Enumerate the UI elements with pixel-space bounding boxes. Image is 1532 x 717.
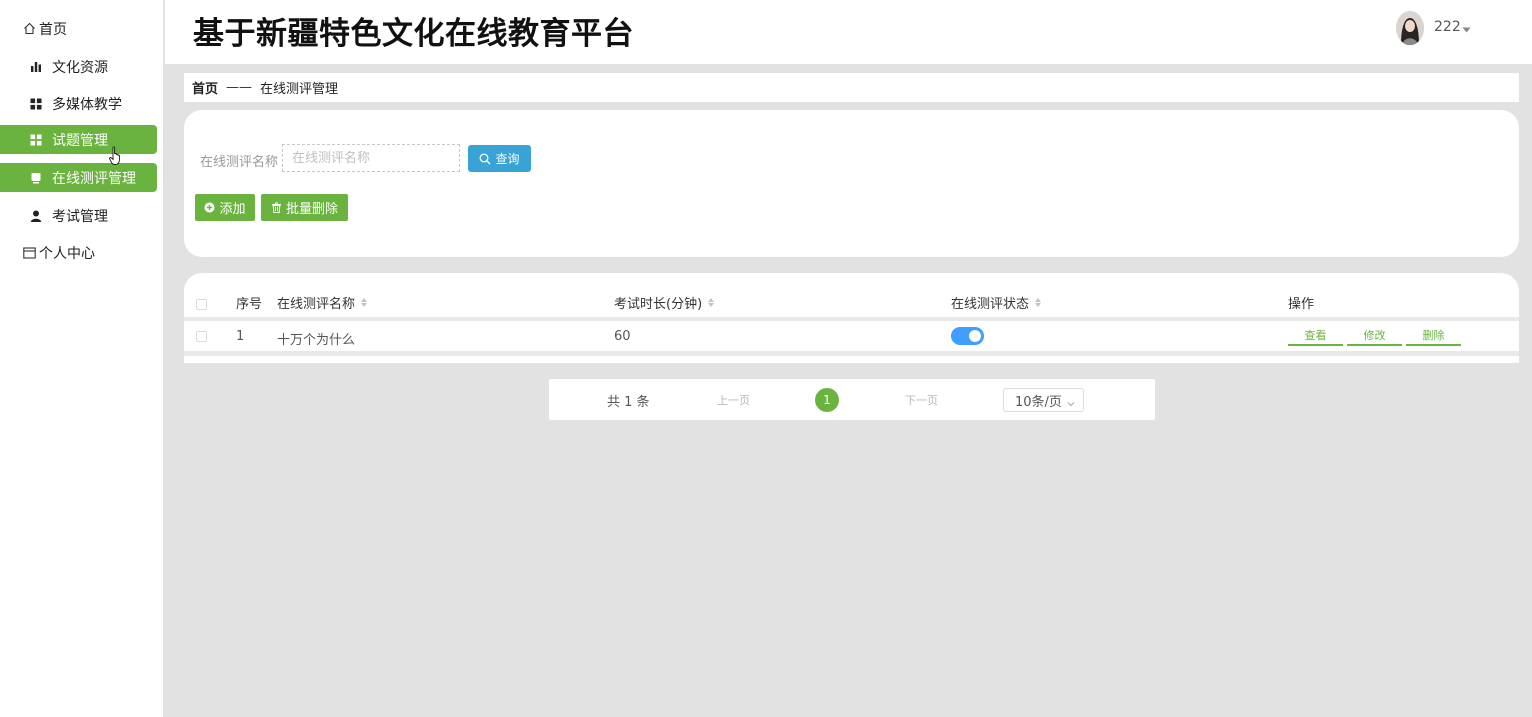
- pagination: 共 1 条 上一页 1 下一页 10条/页: [549, 379, 1155, 420]
- sidebar-item-label: 考试管理: [52, 208, 108, 225]
- sidebar-item-exam-management[interactable]: 考试管理: [0, 201, 157, 230]
- home-icon: [22, 22, 36, 36]
- breadcrumb: 首页 —— 在线测评管理: [184, 73, 1519, 102]
- sidebar-item-label: 在线测评管理: [52, 170, 136, 187]
- search-input[interactable]: [282, 144, 460, 172]
- breadcrumb-current: 在线测评管理: [260, 82, 339, 97]
- breadcrumb-separator: ——: [226, 80, 253, 95]
- username[interactable]: 222: [1434, 19, 1461, 35]
- bar-chart-icon: [30, 61, 42, 73]
- trash-icon: [271, 202, 282, 213]
- toggle-knob: [969, 330, 981, 342]
- sidebar-item-label: 文化资源: [52, 59, 108, 76]
- column-header-duration[interactable]: 考试时长(分钟): [614, 293, 715, 312]
- plus-circle-icon: [204, 202, 215, 213]
- breadcrumb-home[interactable]: 首页: [192, 78, 218, 97]
- search-panel: 在线测评名称 查询 添加 批量删除: [184, 110, 1519, 257]
- search-icon: [479, 153, 491, 165]
- sidebar-item-label: 个人中心: [39, 245, 95, 262]
- prev-page-button[interactable]: 上一页: [717, 392, 750, 408]
- status-toggle[interactable]: [951, 327, 984, 345]
- table-divider: [184, 351, 1519, 356]
- grid-icon: [30, 134, 42, 146]
- page-number-button[interactable]: 1: [815, 388, 839, 412]
- caret-down-icon[interactable]: [1462, 22, 1471, 37]
- edit-button[interactable]: 修改: [1347, 325, 1402, 346]
- page-size-value: 10条/页: [1015, 394, 1062, 410]
- add-button[interactable]: 添加: [195, 194, 255, 221]
- page-size-select[interactable]: 10条/页: [1003, 388, 1084, 412]
- sidebar-item-label: 首页: [39, 21, 67, 38]
- query-button[interactable]: 查询: [468, 145, 531, 172]
- sort-icon[interactable]: [361, 298, 368, 307]
- avatar[interactable]: [1396, 11, 1424, 45]
- user-icon: [30, 210, 42, 222]
- sidebar-item-label: 多媒体教学: [52, 96, 122, 113]
- monitor-icon: [30, 172, 42, 184]
- batch-delete-button[interactable]: 批量删除: [261, 194, 348, 221]
- add-button-label: 添加: [219, 202, 246, 217]
- next-page-button[interactable]: 下一页: [905, 392, 938, 408]
- sidebar: 首页 文化资源 多媒体教学 试题管理 在线测评管理 考试管理 个人中心: [0, 0, 164, 717]
- card-icon: [22, 246, 36, 260]
- table-row: 1 十万个为什么 60 查看 修改 删除: [184, 321, 1519, 351]
- search-label: 在线测评名称: [200, 155, 279, 170]
- query-button-label: 查询: [495, 152, 520, 166]
- column-header-index: 序号: [236, 297, 263, 312]
- column-header-name[interactable]: 在线测评名称: [277, 293, 368, 312]
- sidebar-item-label: 试题管理: [52, 132, 108, 149]
- delete-button[interactable]: 删除: [1406, 325, 1461, 346]
- cell-index: 1: [236, 329, 245, 344]
- sidebar-item-multimedia[interactable]: 多媒体教学: [0, 89, 157, 118]
- sidebar-item-question-management[interactable]: 试题管理: [0, 125, 157, 154]
- chevron-down-icon: [1067, 396, 1075, 411]
- view-button[interactable]: 查看: [1288, 325, 1343, 346]
- grid-icon: [30, 98, 42, 110]
- select-all-checkbox[interactable]: [196, 299, 207, 310]
- top-header: 基于新疆特色文化在线教育平台 222: [165, 0, 1532, 64]
- cell-duration: 60: [614, 329, 631, 344]
- hand-cursor-icon: [109, 146, 123, 170]
- sidebar-item-home[interactable]: 首页: [22, 14, 67, 43]
- pagination-total: 共 1 条: [607, 395, 650, 410]
- column-header-actions: 操作: [1288, 297, 1315, 312]
- sort-icon[interactable]: [708, 298, 715, 307]
- cell-name: 十万个为什么: [277, 333, 356, 348]
- app-title: 基于新疆特色文化在线教育平台: [193, 16, 634, 52]
- table-header: 序号 在线测评名称 考试时长(分钟) 在线测评状态 操作: [184, 285, 1519, 317]
- column-header-status[interactable]: 在线测评状态: [951, 293, 1042, 312]
- sort-icon[interactable]: [1035, 298, 1042, 307]
- data-table: 序号 在线测评名称 考试时长(分钟) 在线测评状态 操作 1 十万个为什么 60…: [184, 273, 1519, 363]
- batch-delete-button-label: 批量删除: [285, 202, 338, 217]
- sidebar-item-culture-resources[interactable]: 文化资源: [0, 52, 157, 81]
- sidebar-item-online-assessment[interactable]: 在线测评管理: [0, 163, 157, 192]
- sidebar-item-personal-center[interactable]: 个人中心: [22, 238, 95, 267]
- row-checkbox[interactable]: [196, 331, 207, 342]
